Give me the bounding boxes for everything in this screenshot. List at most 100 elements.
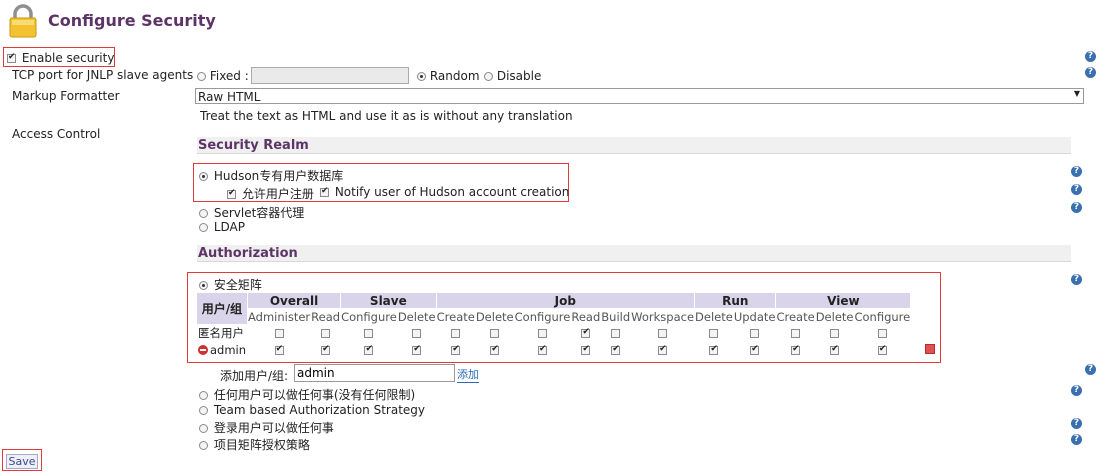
permission-checkbox[interactable] bbox=[412, 344, 422, 355]
auth-loggedin-radio[interactable] bbox=[199, 424, 208, 433]
realm-option-ldap[interactable]: LDAP bbox=[199, 220, 245, 234]
permission-checkbox[interactable] bbox=[877, 329, 887, 338]
markup-formatter-label: Markup Formatter bbox=[12, 89, 120, 103]
permission-checkbox[interactable] bbox=[877, 344, 887, 355]
realm-hudson-radio[interactable] bbox=[199, 172, 208, 181]
matrix-cell bbox=[814, 341, 855, 358]
permission-checkbox[interactable] bbox=[581, 344, 591, 355]
realm-servlet-radio[interactable] bbox=[199, 209, 208, 218]
enable-security-checkbox[interactable] bbox=[7, 52, 16, 63]
auth-team-radio[interactable] bbox=[199, 406, 208, 415]
permission-checkbox[interactable] bbox=[451, 344, 461, 355]
help-icon[interactable]: ? bbox=[1071, 202, 1082, 213]
save-button[interactable]: Save bbox=[6, 454, 38, 469]
permission-checkbox[interactable] bbox=[274, 344, 284, 355]
permission-checkbox[interactable] bbox=[451, 329, 461, 338]
matrix-cell bbox=[630, 324, 696, 342]
auth-option-project-matrix[interactable]: 项目矩阵授权策略 bbox=[199, 436, 310, 453]
auth-project-matrix-radio[interactable] bbox=[199, 441, 208, 450]
help-icon[interactable]: ? bbox=[1071, 166, 1082, 177]
tcp-random-radio[interactable] bbox=[417, 72, 426, 81]
help-icon[interactable]: ? bbox=[1071, 434, 1082, 445]
permission-checkbox[interactable] bbox=[364, 329, 374, 338]
tcp-disable-radio[interactable] bbox=[484, 72, 493, 81]
permission-checkbox[interactable] bbox=[321, 344, 331, 355]
permission-checkbox[interactable] bbox=[321, 329, 331, 338]
help-icon[interactable]: ? bbox=[1085, 67, 1096, 78]
realm-ldap-radio[interactable] bbox=[199, 223, 208, 232]
markup-formatter-select[interactable]: Raw HTML ▼ bbox=[195, 88, 1084, 104]
tcp-random-option[interactable]: Random bbox=[417, 67, 480, 85]
realm-option-hudson[interactable]: Hudson专有用户数据库 bbox=[199, 167, 343, 184]
enable-security-row[interactable]: Enable security bbox=[7, 51, 114, 65]
matrix-permission-header: Build bbox=[600, 308, 632, 325]
help-icon[interactable]: ? bbox=[1085, 364, 1096, 375]
tcp-fixed-radio[interactable] bbox=[197, 72, 206, 81]
permission-checkbox[interactable] bbox=[490, 329, 500, 338]
permission-checkbox[interactable] bbox=[750, 329, 760, 338]
auth-option-loggedin[interactable]: 登录用户可以做任何事 bbox=[199, 419, 334, 436]
security-realm-header: Security Realm bbox=[197, 137, 1071, 154]
notify-checkbox[interactable] bbox=[320, 186, 329, 197]
permission-checkbox[interactable] bbox=[830, 329, 840, 338]
matrix-group-header: Run bbox=[694, 292, 777, 309]
permission-checkbox[interactable] bbox=[611, 329, 621, 338]
matrix-permission-header: Delete bbox=[396, 308, 437, 325]
matrix-group-header: View bbox=[775, 292, 912, 309]
help-icon[interactable]: ? bbox=[1085, 51, 1096, 62]
permission-checkbox[interactable] bbox=[791, 344, 801, 355]
permission-checkbox[interactable] bbox=[830, 344, 840, 355]
matrix-cell bbox=[513, 324, 572, 342]
tcp-disable-option[interactable]: Disable bbox=[484, 67, 541, 85]
auth-option-matrix[interactable]: 安全矩阵 bbox=[199, 276, 262, 293]
permission-checkbox[interactable] bbox=[581, 327, 591, 338]
permission-checkbox[interactable] bbox=[412, 329, 422, 338]
matrix-cell bbox=[570, 341, 602, 358]
matrix-permission-header: Delete bbox=[814, 308, 855, 325]
matrix-cell bbox=[474, 341, 515, 358]
auth-option-team[interactable]: Team based Authorization Strategy bbox=[199, 403, 425, 417]
allow-signup-option[interactable]: 允许用户注册 bbox=[227, 185, 314, 202]
permission-checkbox[interactable] bbox=[658, 344, 668, 355]
help-icon[interactable]: ? bbox=[1071, 418, 1082, 429]
auth-option-anyone[interactable]: 任何用户可以做任何事(没有任何限制) bbox=[199, 386, 415, 403]
permission-checkbox[interactable] bbox=[364, 344, 374, 355]
matrix-cell bbox=[435, 341, 476, 358]
matrix-group-header: Job bbox=[435, 292, 696, 309]
permission-checkbox[interactable] bbox=[750, 344, 760, 355]
help-icon[interactable]: ? bbox=[1071, 385, 1082, 396]
remove-user-icon[interactable] bbox=[925, 344, 935, 354]
help-icon[interactable]: ? bbox=[1071, 274, 1082, 285]
dropdown-arrow-icon: ▼ bbox=[1073, 89, 1080, 98]
matrix-permission-header: Workspace bbox=[630, 308, 696, 325]
permission-checkbox[interactable] bbox=[538, 329, 547, 338]
permission-checkbox[interactable] bbox=[490, 344, 500, 355]
allow-signup-checkbox[interactable] bbox=[227, 188, 236, 199]
add-user-input[interactable] bbox=[294, 364, 455, 382]
permission-checkbox[interactable] bbox=[274, 329, 284, 338]
auth-matrix-radio[interactable] bbox=[199, 281, 208, 290]
permission-checkbox[interactable] bbox=[791, 329, 801, 338]
authorization-header: Authorization bbox=[197, 245, 1071, 262]
permission-checkbox[interactable] bbox=[538, 344, 547, 355]
matrix-cell bbox=[246, 324, 312, 342]
matrix-cell bbox=[732, 324, 777, 342]
matrix-group-header: Slave bbox=[340, 292, 437, 309]
permission-checkbox[interactable] bbox=[709, 329, 719, 338]
auth-anyone-radio[interactable] bbox=[199, 391, 208, 400]
add-user-label: 添加用户/组: bbox=[220, 369, 289, 383]
matrix-row: 匿名用户 bbox=[196, 324, 912, 342]
permission-checkbox[interactable] bbox=[611, 344, 621, 355]
add-user-button[interactable]: 添加 bbox=[457, 366, 479, 383]
help-icon[interactable]: ? bbox=[1071, 184, 1082, 195]
permission-checkbox[interactable] bbox=[709, 344, 719, 355]
matrix-cell bbox=[435, 324, 476, 342]
access-control-label: Access Control bbox=[12, 127, 101, 141]
permission-checkbox[interactable] bbox=[658, 329, 668, 338]
matrix-permission-header: Configure bbox=[513, 308, 572, 325]
notify-option[interactable]: Notify user of Hudson account creation bbox=[320, 185, 569, 199]
tcp-fixed-input[interactable] bbox=[251, 67, 409, 84]
realm-option-servlet[interactable]: Servlet容器代理 bbox=[199, 204, 304, 221]
matrix-permission-header: Delete bbox=[474, 308, 515, 325]
permission-matrix: 用户/组 Overall Slave Job Run View Administer Re… bbox=[196, 292, 912, 358]
